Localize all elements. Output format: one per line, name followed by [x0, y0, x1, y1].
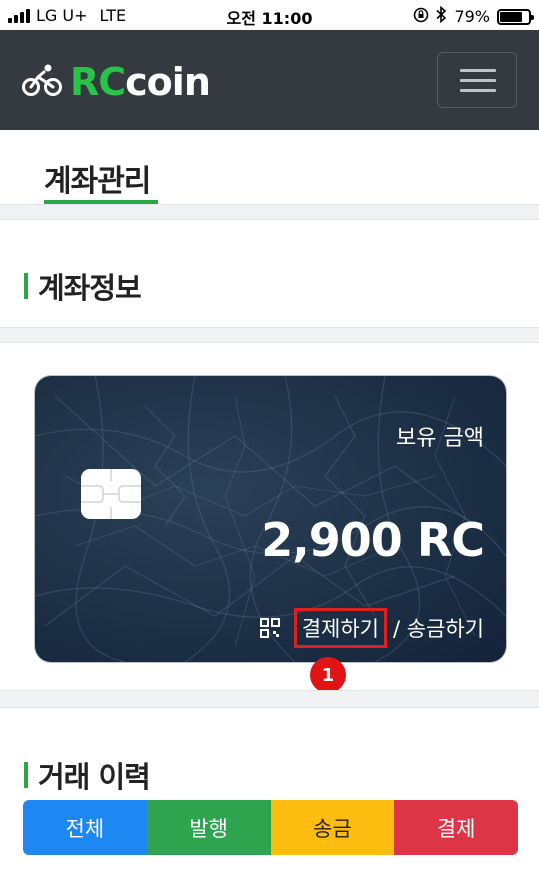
bicycle-icon [22, 63, 62, 101]
transfer-link[interactable]: / 송금하기 [393, 613, 484, 643]
brand-logo[interactable]: RCcoin [22, 60, 211, 104]
heading-accent-bar [24, 762, 28, 788]
filter-pay-button[interactable]: 결제 [394, 800, 518, 855]
tab-account-management[interactable]: 계좌관리 [44, 156, 151, 200]
account-info-heading: 계좌정보 [24, 265, 142, 307]
account-card: 보유 금액 2,900 RC 결제하기 / 송금하기 [35, 376, 506, 662]
filter-all-button[interactable]: 전체 [23, 800, 147, 855]
filter-issue-button[interactable]: 발행 [146, 800, 271, 855]
pay-link[interactable]: 결제하기 [293, 608, 387, 648]
status-bar: LG U+ LTE 오전 11:00 79% [0, 0, 539, 30]
filter-send-button[interactable]: 송금 [270, 800, 395, 855]
history-heading: 거래 이력 [24, 754, 151, 796]
annotation-marker: 1 [310, 657, 346, 693]
section-divider [0, 690, 539, 708]
hamburger-icon [460, 69, 496, 72]
qr-code-icon[interactable] [259, 618, 280, 638]
card-chip-icon [81, 469, 141, 519]
battery-icon [497, 8, 534, 25]
history-filter-group: 전체 발행 송금 결제 [23, 800, 518, 855]
section-divider [0, 204, 539, 220]
bluetooth-icon [436, 5, 447, 27]
balance-amount: 2,900 RC [261, 513, 485, 567]
balance-label: 보유 금액 [396, 426, 484, 451]
card-actions: 결제하기 / 송금하기 [259, 608, 484, 648]
navbar: RCcoin [0, 30, 539, 130]
rotation-lock-icon [413, 7, 429, 27]
tab-bar: 계좌관리 [0, 130, 539, 204]
menu-toggle-button[interactable] [437, 52, 517, 108]
section-divider [0, 327, 539, 343]
battery-percent: 79% [454, 7, 490, 26]
brand-name: RCcoin [70, 60, 211, 104]
heading-accent-bar [24, 273, 28, 299]
status-right: 79% [413, 5, 534, 27]
